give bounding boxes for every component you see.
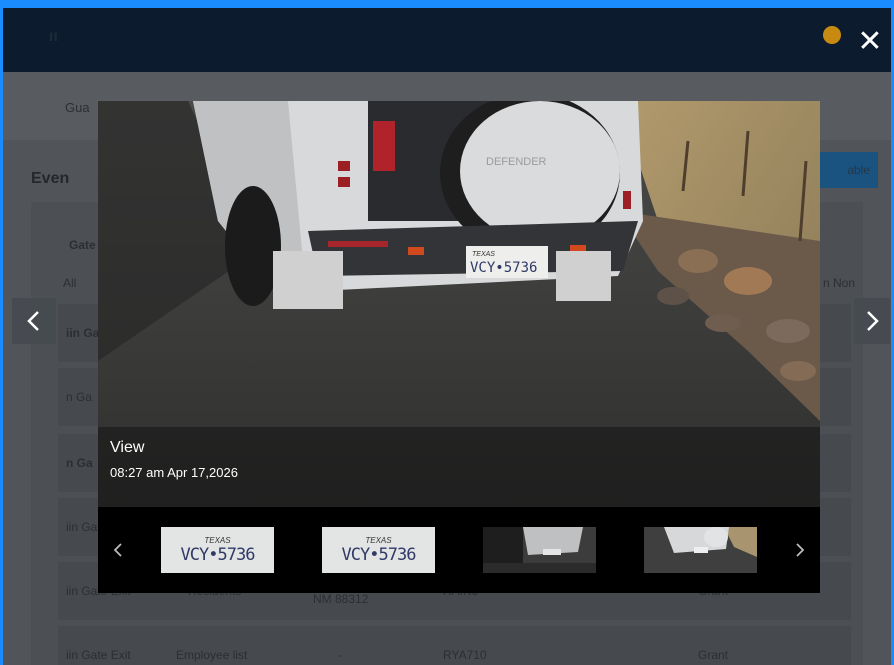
main-photo-viewer: DEFENDER TEXAS VCY•5736 View 08:27 am Ap… (98, 101, 820, 507)
caption-title: View (110, 439, 145, 456)
previous-image-button[interactable] (12, 298, 56, 344)
plate-state-label: TEXAS (472, 251, 495, 258)
photo-caption: View 08:27 am Apr 17,2026 (98, 427, 820, 507)
thumbnail-strip: TEXAS VCY•5736 TEXAS VCY•5736 (98, 507, 820, 593)
table-row[interactable]: iin Gate Exit Employee list - RYA710 Gra… (58, 626, 851, 665)
close-icon: ✕ (857, 25, 883, 58)
table-cell-owner: Grant (698, 648, 729, 662)
table-cell-gate: iin Ga (66, 326, 100, 340)
thumbnail-4-selected[interactable] (644, 527, 757, 573)
thumbnail-plate-number: VCY•5736 (180, 544, 256, 565)
vehicle-badge: DEFENDER (486, 156, 547, 168)
chevron-left-icon (113, 543, 122, 557)
table-cell-gate: n Ga (66, 456, 93, 470)
chevron-right-icon (867, 311, 879, 331)
filter-label[interactable]: Gua (65, 100, 90, 115)
filter-all[interactable]: All (63, 276, 76, 290)
app-window: ıı Gua Even able Gate All n Non iin Ga n… (3, 8, 891, 665)
plate-number-label: VCY•5736 (470, 260, 537, 276)
caption-timestamp: 08:27 am Apr 17,2026 (110, 465, 238, 480)
column-header-gate: Gate (69, 238, 96, 252)
thumbnail-3[interactable] (483, 527, 596, 573)
top-navigation-bar: ıı (3, 8, 891, 72)
thumbnail-scene-image (483, 527, 596, 573)
user-avatar[interactable] (823, 26, 841, 44)
thumbnails-previous-button[interactable] (106, 537, 130, 563)
app-logo: ıı (49, 28, 58, 45)
thumbnail-plate-state: TEXAS (365, 535, 392, 545)
next-image-button[interactable] (854, 298, 890, 344)
chevron-left-icon (27, 311, 39, 331)
table-cell-gate: n Ga (66, 390, 93, 404)
thumbnail-2[interactable]: TEXAS VCY•5736 (322, 527, 435, 573)
table-action-button[interactable]: able (812, 152, 878, 188)
thumbnail-plate-state: TEXAS (204, 535, 231, 545)
table-cell-plate: RYA710 (443, 648, 487, 662)
table-cell-list: Employee list (176, 648, 248, 662)
events-section-title: Even (31, 170, 70, 187)
thumbnail-1[interactable]: TEXAS VCY•5736 (161, 527, 274, 573)
table-cell-gate: iin Gate Exit (66, 648, 131, 662)
table-cell-address: NM 88312 (313, 592, 369, 606)
table-cell-address: - (338, 648, 342, 662)
filter-right[interactable]: n Non (823, 276, 855, 290)
thumbnails-next-button[interactable] (788, 537, 812, 563)
thumbnail-plate-number: VCY•5736 (341, 544, 417, 565)
thumbnail-scene-image (644, 527, 757, 573)
table-cell-gate: iin Ga (66, 520, 98, 534)
chevron-right-icon (796, 543, 805, 557)
close-lightbox-button[interactable]: ✕ (855, 25, 885, 58)
